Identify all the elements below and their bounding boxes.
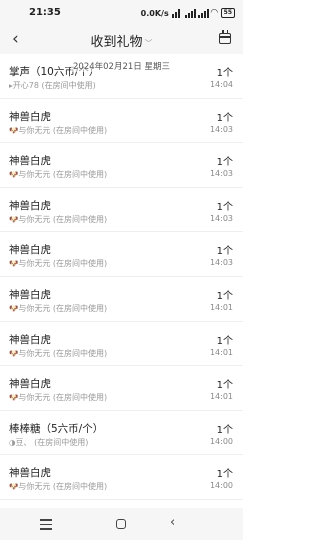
gift-sender: ▸开心78 (在房间中使用) [9, 81, 96, 90]
home-icon[interactable] [116, 519, 126, 529]
network-speed: 0.0K/s [140, 8, 169, 18]
dog-face-icon: 🐶 [9, 170, 19, 180]
gift-time: 14:00 [209, 436, 233, 446]
gift-count: 1个 [216, 157, 233, 169]
gift-count: 1个 [216, 201, 233, 213]
back-nav-icon[interactable]: ‹ [170, 515, 175, 530]
page-title[interactable]: 收到礼物 ﹀ [0, 31, 243, 50]
gift-sender: 🐶与你无元 (在房间中使用) [9, 348, 108, 358]
page-title-text: 收到礼物 [90, 35, 143, 50]
gift-sender: 🐶与你无元 (在房间中使用) [9, 214, 108, 224]
date-header: 2024年02月21日 星期三 [71, 62, 172, 72]
nav-bar: ‹ 收到礼物 ﹀ [0, 26, 243, 54]
dog-face-icon: 🐶 [9, 259, 19, 269]
menu-icon[interactable] [40, 519, 52, 530]
gift-name: 神兽白虎 [9, 288, 51, 301]
gift-name: 神兽白虎 [9, 333, 51, 346]
dog-face-icon: 🐶 [9, 214, 19, 224]
gift-count: 1个 [216, 112, 233, 124]
status-bar: 21:35 0.0K/s ◠ 55 [0, 0, 243, 26]
gift-sender: 🐶与你无元 (在房间中使用) [9, 303, 108, 313]
dog-face-icon: 🐶 [9, 303, 19, 313]
wifi-icon: ◠ [210, 8, 218, 18]
gift-time: 14:01 [209, 302, 233, 312]
gift-count: 1个 [216, 335, 233, 347]
dog-face-icon: 🐶 [9, 482, 19, 492]
gift-time: 14:01 [209, 347, 233, 357]
gift-time: 14:03 [209, 258, 233, 268]
gift-name: 棒棒糖（5六币/个） [9, 422, 104, 435]
gift-name: 神兽白虎 [9, 199, 51, 212]
list-item[interactable]: 棒棒糖（5六币/个） ◑豆、 (在房间中使用) 1个 14:00 [0, 411, 243, 456]
dog-face-icon: 🐶 [9, 348, 19, 358]
gift-count: 1个 [216, 424, 233, 436]
dog-face-icon: 🐶 [9, 393, 19, 403]
gift-sender: 🐶与你无元 (在房间中使用) [9, 259, 108, 269]
list-item[interactable]: 神兽白虎 🐶与你无元 (在房间中使用) 1个 14:03 [0, 143, 243, 188]
gift-sender: ◑豆、 (在房间中使用) [9, 437, 89, 447]
signal-icon [184, 8, 196, 18]
gift-sender: 🐶与你无元 (在房间中使用) [9, 393, 108, 403]
gift-name: 神兽白虎 [9, 467, 51, 480]
calendar-icon[interactable] [219, 30, 231, 44]
system-nav-bar: ‹ [0, 508, 243, 540]
list-item[interactable]: 神兽白虎 🐶与你无元 (在房间中使用) 1个 14:03 [0, 188, 243, 233]
list-item[interactable]: 神兽白虎 🐶与你无元 (在房间中使用) 1个 14:03 [0, 99, 243, 144]
gift-time: 14:04 [209, 80, 233, 89]
list-item[interactable]: 神兽白虎 🐶与你无元 (在房间中使用) 1个 14:01 [0, 322, 243, 367]
gift-time: 14:01 [209, 392, 233, 402]
gift-sender: 🐶与你无元 (在房间中使用) [9, 170, 108, 180]
status-icons: 0.0K/s ◠ 55 [141, 7, 235, 19]
gift-sender: 🐶与你无元 (在房间中使用) [9, 125, 108, 135]
status-time: 21:35 [29, 7, 61, 18]
list-item[interactable]: 神兽白虎 🐶与你无元 (在房间中使用) 1个 14:03 [0, 232, 243, 277]
gift-count: 1个 [216, 290, 233, 302]
chevron-down-icon: ﹀ [144, 39, 153, 48]
gift-name: 神兽白虎 [9, 155, 51, 168]
gift-count: 1个 [216, 246, 233, 258]
gift-name: 神兽白虎 [9, 244, 51, 257]
gift-time: 14:03 [209, 124, 233, 134]
list-item[interactable]: 神兽白虎 🐶与你无元 (在房间中使用) 1个 14:00 [0, 455, 243, 500]
gift-name: 神兽白虎 [9, 378, 51, 391]
hd-icon [171, 8, 182, 18]
battery-icon: 55 [220, 8, 235, 18]
gift-count: 1个 [216, 469, 233, 481]
gift-time: 14:00 [209, 481, 233, 491]
gift-name: 神兽白虎 [9, 110, 51, 123]
gift-count: 1个 [216, 380, 233, 392]
list-item[interactable]: 神兽白虎 🐶与你无元 (在房间中使用) 1个 14:01 [0, 366, 243, 411]
dog-face-icon: 🐶 [9, 125, 19, 135]
signal-icon-2 [197, 8, 209, 18]
gift-time: 14:03 [209, 213, 233, 223]
gift-list: 掌声（10六币/个） ▸开心78 (在房间中使用) 1个 14:04 神兽白虎 … [0, 54, 243, 500]
gift-sender: 🐶与你无元 (在房间中使用) [9, 482, 108, 492]
list-item[interactable]: 神兽白虎 🐶与你无元 (在房间中使用) 1个 14:01 [0, 277, 243, 322]
gift-time: 14:03 [209, 169, 233, 179]
